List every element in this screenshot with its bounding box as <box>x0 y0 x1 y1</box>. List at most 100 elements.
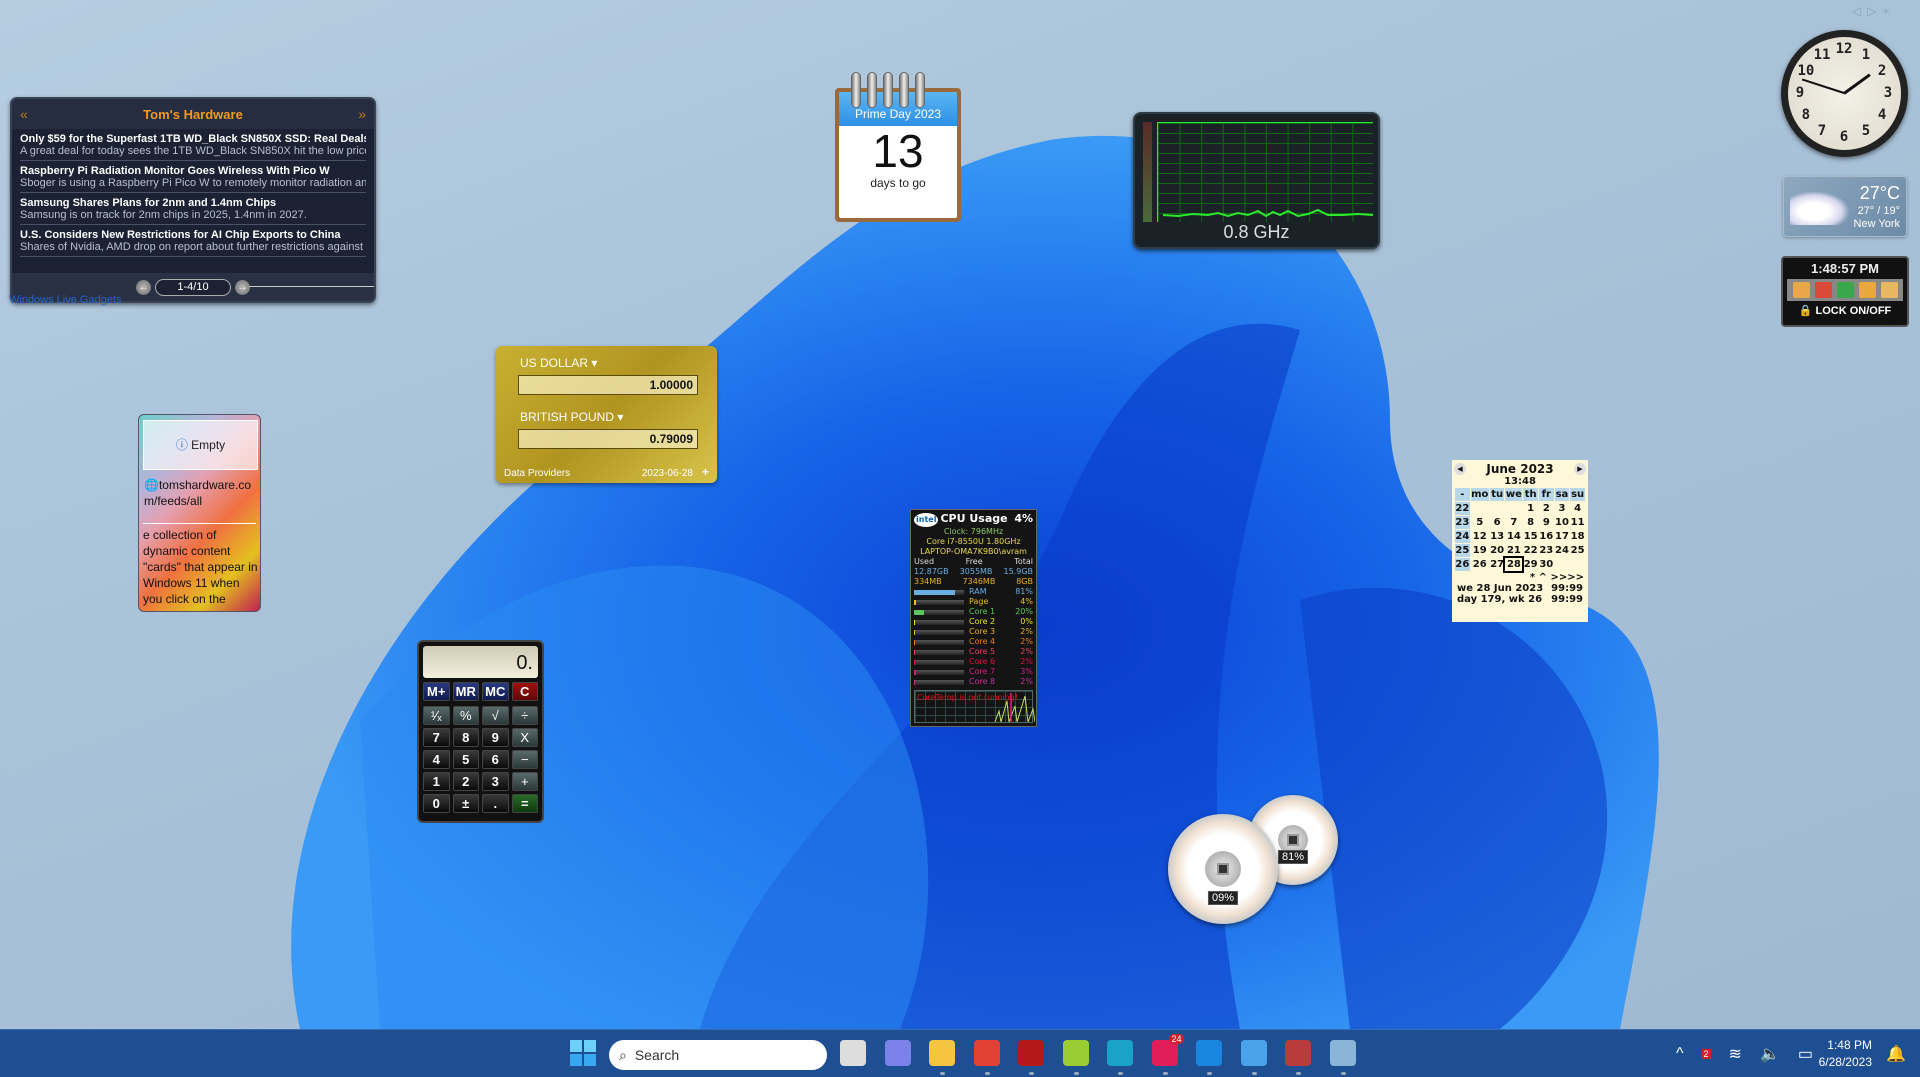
lock-button[interactable] <box>1858 282 1876 298</box>
calendar-day[interactable]: 11 <box>1570 516 1585 529</box>
rss-next-feed-button[interactable]: » <box>358 106 366 122</box>
rss-prev-feed-button[interactable]: « <box>20 106 28 122</box>
rss-item[interactable]: Only $59 for the Superfast 1TB WD_Black … <box>20 129 366 161</box>
show-hidden-icons-button[interactable]: ^ <box>1676 1045 1684 1063</box>
from-currency-select[interactable]: US DOLLAR ▾ <box>520 356 597 370</box>
calendar-day[interactable]: 29 <box>1523 558 1538 571</box>
memory-recall-key[interactable]: MR <box>452 682 479 701</box>
calendar-day[interactable]: 10 <box>1555 516 1570 529</box>
divide-key[interactable]: ÷ <box>511 706 538 725</box>
reciprocal-key[interactable]: ¹⁄ₓ <box>423 706 450 725</box>
filezilla-icon[interactable] <box>1018 1040 1044 1066</box>
rss-prev-page-button[interactable]: ← <box>136 279 151 295</box>
rss-item[interactable]: Raspberry Pi Radiation Monitor Goes Wire… <box>20 161 366 193</box>
calendar-day[interactable]: 12 <box>1471 530 1489 543</box>
to-amount-field[interactable]: 0.79009 <box>518 429 698 449</box>
calendar-day[interactable]: 18 <box>1570 530 1585 543</box>
calendar-day[interactable]: 13 <box>1490 530 1505 543</box>
key-4[interactable]: 4 <box>423 750 450 769</box>
rss-item[interactable]: U.S. Considers New Restrictions for AI C… <box>20 225 366 257</box>
edge-canary-icon[interactable] <box>1107 1040 1133 1066</box>
sleep-button[interactable] <box>1792 282 1810 298</box>
task-view-icon[interactable] <box>840 1040 866 1066</box>
calendar-day[interactable]: 17 <box>1555 530 1570 543</box>
battery-icon[interactable]: ▭ <box>1798 1044 1813 1064</box>
teams-chat-icon[interactable] <box>884 1040 911 1066</box>
chrome-icon[interactable] <box>973 1040 1000 1066</box>
key-3[interactable]: 3 <box>482 772 509 791</box>
notepad-plus-icon[interactable] <box>1062 1040 1089 1066</box>
clear-key[interactable]: C <box>511 682 538 701</box>
key-5[interactable]: 5 <box>452 750 479 769</box>
key-6[interactable]: 6 <box>482 750 509 769</box>
restart-button[interactable] <box>1836 282 1854 298</box>
multiply-key[interactable]: X <box>511 728 538 747</box>
data-providers-link[interactable]: Data Providers <box>504 468 570 479</box>
windows-security-icon[interactable] <box>1196 1040 1222 1066</box>
calendar-day[interactable]: 16 <box>1539 530 1554 543</box>
taskbar-clock[interactable]: 1:48 PM 6/28/2023 <box>1819 1037 1872 1071</box>
remote-desktop-icon[interactable] <box>1329 1040 1356 1066</box>
sign-key[interactable]: ± <box>452 794 479 813</box>
calendar-day[interactable]: 22 <box>1523 544 1538 557</box>
notification-bell-icon[interactable]: 🔔 <box>1886 1044 1906 1064</box>
feed-url-link[interactable]: 🌐tomshardware.com/feeds/all <box>144 477 259 509</box>
add-key[interactable]: + <box>511 772 538 791</box>
wifi-icon[interactable]: ≋ <box>1729 1044 1742 1064</box>
previous-month-button[interactable]: ◀ <box>1454 463 1466 475</box>
calendar-day[interactable]: 30 <box>1539 558 1554 571</box>
calendar-day[interactable]: 4 <box>1570 502 1585 515</box>
calendar-day[interactable]: 24 <box>1555 544 1570 557</box>
equals-key[interactable]: = <box>511 794 538 813</box>
key-8[interactable]: 8 <box>452 728 479 747</box>
calendar-day[interactable]: 2 <box>1539 502 1554 515</box>
memory-add-key[interactable]: M+ <box>423 682 450 701</box>
taskbar-search[interactable]: ⌕ Search <box>609 1040 827 1070</box>
lock-toggle-label[interactable]: 🔒 LOCK ON/OFF <box>1783 304 1907 317</box>
subtract-key[interactable]: − <box>511 750 538 769</box>
calendar-day[interactable]: 27 <box>1490 558 1505 571</box>
calendar-day[interactable]: 26 <box>1471 558 1489 571</box>
calendar-nav-links[interactable]: * ^ >>>> <box>1454 572 1586 583</box>
calendar-day[interactable]: 15 <box>1523 530 1538 543</box>
next-month-button[interactable]: ▶ <box>1573 463 1586 475</box>
winrar-icon[interactable] <box>1285 1040 1311 1066</box>
calendar-day[interactable]: 21 <box>1505 544 1522 557</box>
from-amount-field[interactable]: 1.00000 <box>518 375 698 395</box>
key-2[interactable]: 2 <box>452 772 479 791</box>
calendar-day[interactable]: 28 <box>1503 556 1525 573</box>
key-1[interactable]: 1 <box>423 772 450 791</box>
calendar-day[interactable]: 23 <box>1539 544 1554 557</box>
previous-page-icon[interactable]: ◁ <box>1852 4 1861 18</box>
file-explorer-icon[interactable] <box>929 1040 955 1066</box>
calendar-day[interactable]: 7 <box>1505 516 1522 529</box>
memory-clear-key[interactable]: MC <box>482 682 509 701</box>
shutdown-button[interactable] <box>1814 282 1832 298</box>
rss-item[interactable]: Samsung Shares Plans for 2nm and 1.4nm C… <box>20 193 366 225</box>
eject-button[interactable] <box>1880 282 1898 298</box>
calendar-day[interactable]: 3 <box>1555 502 1570 515</box>
key-0[interactable]: 0 <box>423 794 450 813</box>
key-7[interactable]: 7 <box>423 728 450 747</box>
to-currency-select[interactable]: BRITISH POUND ▾ <box>520 410 623 424</box>
windows-live-gadgets-link[interactable]: Windows Live Gadgets <box>9 294 122 306</box>
photos-icon[interactable] <box>1240 1040 1267 1066</box>
rss-next-page-button[interactable]: → <box>235 279 250 295</box>
calendar-day[interactable]: 20 <box>1490 544 1505 557</box>
tray-app-icon[interactable]: 2 <box>1701 1049 1711 1059</box>
calendar-day[interactable]: 6 <box>1490 516 1505 529</box>
calendar-day[interactable]: 1 <box>1523 502 1538 515</box>
calendar-day[interactable]: 8 <box>1523 516 1538 529</box>
percent-key[interactable]: % <box>452 706 479 725</box>
calendar-day[interactable]: 19 <box>1471 544 1489 557</box>
key-9[interactable]: 9 <box>482 728 509 747</box>
add-gadget-icon[interactable]: + <box>1882 4 1889 18</box>
rss-title[interactable]: Tom's Hardware <box>143 107 243 122</box>
next-page-icon[interactable]: ▷ <box>1867 4 1876 18</box>
calendar-day[interactable]: 9 <box>1539 516 1554 529</box>
calendar-day[interactable]: 14 <box>1505 530 1522 543</box>
calendar-day[interactable]: 25 <box>1570 544 1585 557</box>
sqrt-key[interactable]: √ <box>482 706 509 725</box>
calendar-day[interactable]: 5 <box>1471 516 1489 529</box>
volume-icon[interactable]: 🔈 <box>1760 1044 1780 1064</box>
